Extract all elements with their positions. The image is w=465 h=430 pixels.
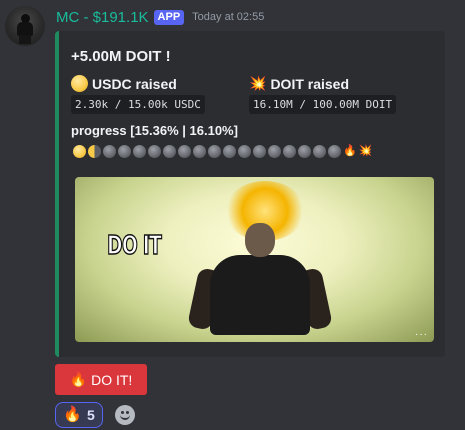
progress-segment-empty [208,145,221,158]
timestamp[interactable]: Today at 02:55 [192,11,264,23]
collision-icon: 💥 [358,145,373,157]
reaction-count: 5 [86,407,95,423]
avatar-figure-legs [19,35,31,44]
progress-segment-empty [178,145,191,158]
progress-bar: 🔥 💥 [73,145,372,158]
progress-segment-empty [313,145,326,158]
progress-segment-empty [163,145,176,158]
collision-icon: 💥 [249,75,267,91]
progress-segment-empty [118,145,131,158]
avatar-figure-body [17,22,33,36]
progress-segment-empty [253,145,266,158]
embed-gif[interactable]: DO IT ··· [75,177,434,342]
field-usdc-raised: USDC raised [71,75,177,92]
message-header: MC - $191.1K APP Today at 02:55 [56,8,264,26]
do-it-button[interactable]: 🔥 DO IT! [55,364,147,395]
progress-segment-empty [133,145,146,158]
progress-segment-half [88,145,101,158]
figure-torso [210,255,310,335]
fire-icon: 🔥 [63,406,82,423]
username[interactable]: MC - $191.1K [56,9,149,26]
progress-segment-empty [193,145,206,158]
progress-segment-full [73,145,86,158]
figure-head [245,223,275,257]
field-doit-label: DOIT raised [270,75,350,92]
embed-title: +5.00M DOIT ! [71,48,171,65]
progress-segment-empty [328,145,341,158]
do-it-button-label: DO IT! [91,371,133,388]
fire-icon: 🔥 [69,371,88,387]
field-usdc-label: USDC raised [92,75,177,92]
progress-segment-empty [148,145,161,158]
more-dots-icon: ··· [415,329,428,340]
user-avatar[interactable] [5,6,45,46]
progress-segment-empty [223,145,236,158]
progress-segment-empty [298,145,311,158]
progress-segment-empty [268,145,281,158]
field-usdc-value: 2.30k / 15.00k USDC [71,95,205,114]
app-badge: APP [153,9,185,25]
add-reaction-icon[interactable] [115,405,135,425]
progress-segment-empty [238,145,251,158]
progress-segment-empty [283,145,296,158]
embed-card: +5.00M DOIT ! USDC raised 2.30k / 15.00k… [55,31,445,357]
reaction-fire[interactable]: 🔥 5 [55,402,103,428]
coin-icon [71,75,88,92]
progress-segment-empty [103,145,116,158]
gif-caption: DO IT [106,230,162,262]
progress-label: progress [15.36% | 16.10%] [71,123,238,138]
field-doit-raised: 💥 DOIT raised [249,75,349,92]
field-doit-value: 16.10M / 100.00M DOIT [249,95,397,114]
fire-icon: 🔥 [343,145,357,157]
